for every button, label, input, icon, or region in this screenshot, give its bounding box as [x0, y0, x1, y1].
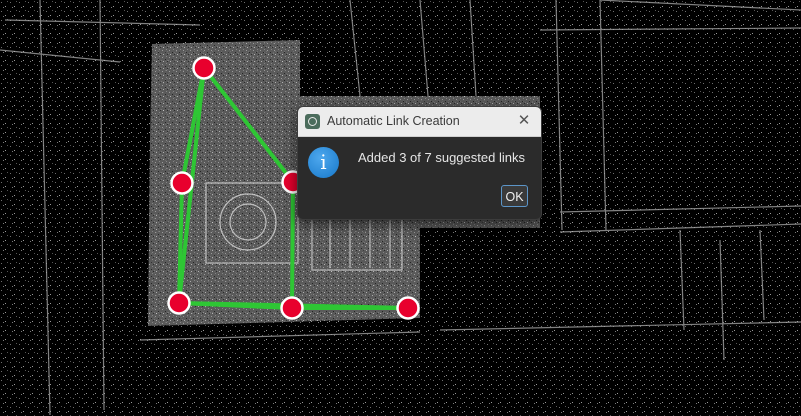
graph-node[interactable] [170, 171, 194, 195]
link-line[interactable] [290, 180, 295, 310]
dialog-titlebar[interactable]: Automatic Link Creation ✕ [298, 107, 541, 137]
automatic-link-creation-dialog: Automatic Link Creation ✕ i Added 3 of 7… [297, 106, 542, 220]
info-icon: i [308, 147, 339, 178]
graph-node[interactable] [396, 296, 420, 320]
dialog-message: Added 3 of 7 suggested links [358, 150, 525, 165]
dialog-title: Automatic Link Creation [327, 114, 460, 128]
graph-node[interactable] [192, 56, 216, 80]
close-icon[interactable]: ✕ [511, 109, 537, 133]
graph-node[interactable] [167, 291, 191, 315]
ok-button[interactable]: OK [501, 185, 528, 207]
graph-node[interactable] [280, 296, 304, 320]
app-icon [305, 114, 320, 129]
